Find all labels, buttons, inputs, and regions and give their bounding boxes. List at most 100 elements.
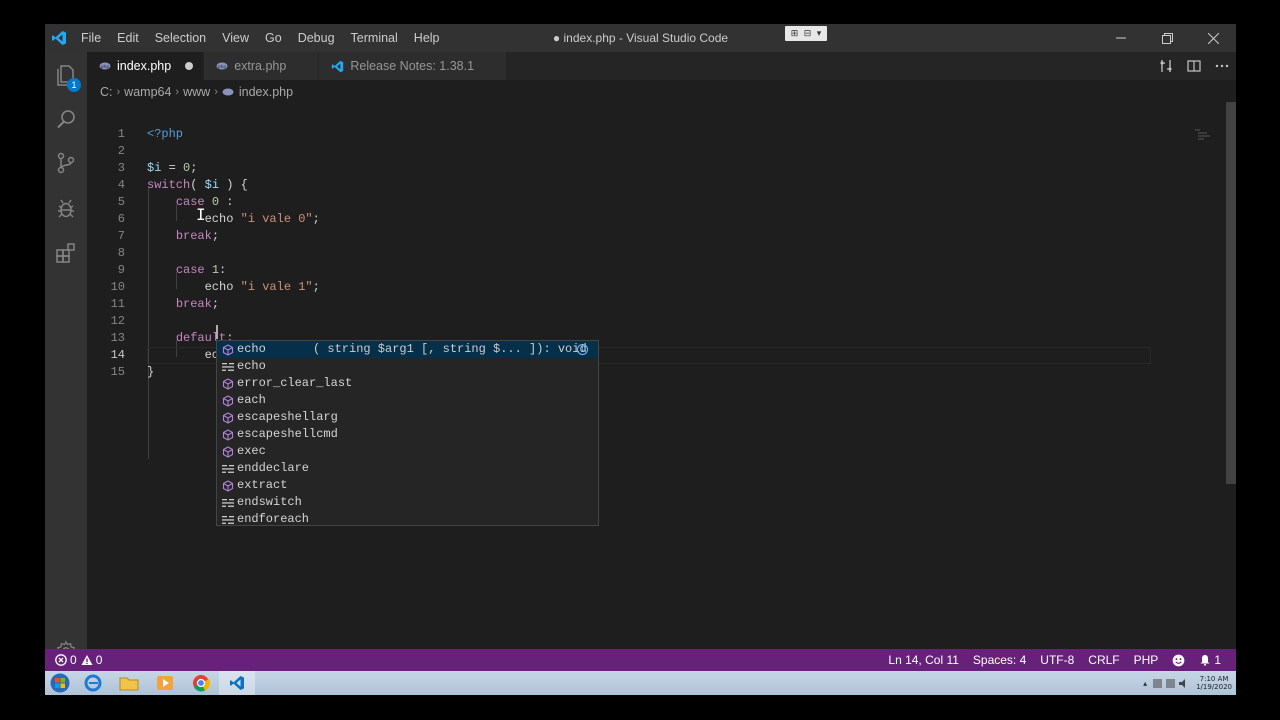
restore-button[interactable]	[1144, 24, 1190, 52]
debug-icon[interactable]	[45, 186, 87, 232]
scrollbar-thumb[interactable]	[1226, 102, 1236, 484]
clock[interactable]: 7:10 AM 1/19/2020	[1196, 675, 1232, 691]
suggestion-item[interactable]: extract	[217, 477, 598, 494]
menu-edit[interactable]: Edit	[109, 24, 147, 52]
code-line[interactable]: 12	[87, 313, 1157, 330]
autocomplete-suggestions[interactable]: echo ( string $arg1 [, string $... ]): vo…	[216, 340, 599, 526]
explorer-icon[interactable]: 1	[45, 52, 87, 98]
suggestion-label: escapeshellarg	[237, 410, 338, 424]
code-line[interactable]: 5 case 0 :	[87, 194, 1157, 211]
tray-volume-icon[interactable]	[1179, 678, 1188, 688]
end-of-line[interactable]: CRLF	[1081, 649, 1126, 671]
menu-go[interactable]: Go	[257, 24, 290, 52]
tray-network-icon[interactable]	[1166, 678, 1176, 688]
code-line[interactable]: 6 echo "i vale 0";	[87, 211, 1157, 228]
code-text: case 1:	[175, 263, 227, 277]
breadcrumb-item[interactable]: wamp64	[124, 85, 171, 99]
method-cube-icon	[221, 343, 234, 356]
code-line[interactable]: 2	[87, 143, 1157, 160]
cursor-position[interactable]: Ln 14, Col 11	[881, 649, 966, 671]
menu-terminal[interactable]: Terminal	[343, 24, 406, 52]
breadcrumb-item[interactable]: C:	[100, 85, 113, 99]
indentation[interactable]: Spaces: 4	[966, 649, 1033, 671]
code-text: break;	[175, 297, 220, 311]
close-button[interactable]	[1190, 24, 1236, 52]
code-line[interactable]: 9 case 1:	[87, 262, 1157, 279]
text-cursor	[216, 325, 218, 339]
chrome-icon[interactable]	[183, 671, 219, 695]
menu-debug[interactable]: Debug	[290, 24, 343, 52]
tab-release-notes[interactable]: Release Notes: 1.38.1	[319, 52, 508, 80]
suggestion-item[interactable]: endswitch	[217, 494, 598, 511]
file-explorer-icon[interactable]	[111, 671, 147, 695]
more-actions-icon[interactable]	[1208, 52, 1236, 80]
search-icon[interactable]	[45, 96, 87, 142]
menu-selection[interactable]: Selection	[147, 24, 214, 52]
encoding[interactable]: UTF-8	[1033, 649, 1081, 671]
error-icon	[55, 654, 67, 666]
suggestion-item[interactable]: each	[217, 392, 598, 409]
language-mode[interactable]: PHP	[1127, 649, 1166, 671]
suggestion-item[interactable]: enddeclare	[217, 460, 598, 477]
layout-toggle-button[interactable]: ⊞ ⊟ ▾	[785, 26, 827, 41]
internet-explorer-icon[interactable]	[75, 671, 111, 695]
minimap[interactable]	[1195, 128, 1215, 142]
menu-file[interactable]: File	[73, 24, 109, 52]
minimize-button[interactable]	[1098, 24, 1144, 52]
tray-flag-icon[interactable]	[1153, 678, 1163, 688]
keyword-icon	[221, 462, 234, 475]
code-text: echo "i vale 1";	[204, 280, 320, 294]
vscode-taskbar-icon[interactable]	[219, 671, 255, 695]
start-button[interactable]	[45, 671, 75, 695]
line-number: 9	[117, 263, 125, 277]
suggestion-item[interactable]: error_clear_last	[217, 375, 598, 392]
chevron-right-icon: ›	[116, 86, 121, 98]
line-number: 12	[110, 314, 125, 328]
info-icon[interactable]: i	[577, 344, 588, 355]
layout-split-icon: ⊟	[803, 28, 812, 39]
method-cube-icon	[221, 479, 234, 492]
code-line[interactable]: 11 break;	[87, 296, 1157, 313]
code-line[interactable]: 10 echo "i vale 1";	[87, 279, 1157, 296]
code-text: echo "i vale 0";	[204, 212, 320, 226]
compare-changes-icon[interactable]	[1152, 52, 1180, 80]
extensions-icon[interactable]	[45, 230, 87, 276]
php-icon: php	[216, 60, 228, 72]
suggestion-item[interactable]: echo	[217, 358, 598, 375]
status-bar-right: Ln 14, Col 11 Spaces: 4 UTF-8 CRLF PHP 1	[881, 649, 1228, 671]
media-player-icon[interactable]	[147, 671, 183, 695]
problems-indicator[interactable]: 0 0	[45, 649, 102, 671]
suggestion-label: extract	[237, 478, 288, 492]
breadcrumb-item[interactable]: www	[183, 85, 210, 99]
line-number: 5	[117, 195, 125, 209]
clock-time: 7:10 AM	[1199, 675, 1229, 683]
tab-extra-php[interactable]: php extra.php	[204, 52, 320, 80]
tray-arrow-icon[interactable]: ▴	[1143, 679, 1147, 688]
line-number: 14	[110, 348, 125, 362]
tab-index-php[interactable]: php index.php	[87, 52, 205, 80]
notifications-button[interactable]: 1	[1192, 649, 1228, 671]
suggestion-item[interactable]: escapeshellcmd	[217, 426, 598, 443]
svg-text:php: php	[101, 64, 110, 70]
vscode-logo-icon	[45, 24, 73, 52]
menu-help[interactable]: Help	[406, 24, 448, 52]
suggestion-item[interactable]: echo ( string $arg1 [, string $... ]): vo…	[217, 341, 598, 358]
menu-view[interactable]: View	[214, 24, 257, 52]
code-line[interactable]: 8	[87, 245, 1157, 262]
source-control-icon[interactable]	[45, 140, 87, 186]
keyword-icon	[221, 513, 234, 526]
code-line[interactable]: 4 switch( $i ) {	[87, 177, 1157, 194]
suggestion-item[interactable]: escapeshellarg	[217, 409, 598, 426]
breadcrumb-item[interactable]: index.php	[239, 85, 293, 99]
feedback-smiley-icon[interactable]	[1165, 654, 1192, 667]
editor-actions	[1152, 52, 1236, 80]
code-line[interactable]: 1 <?php	[87, 126, 1157, 143]
suggestion-item[interactable]: endforeach	[217, 511, 598, 528]
suggestion-label: endswitch	[237, 495, 302, 509]
code-line[interactable]: 3 $i = 0;	[87, 160, 1157, 177]
suggestion-item[interactable]: exec	[217, 443, 598, 460]
line-number: 13	[110, 331, 125, 345]
unsaved-dot-icon[interactable]	[185, 62, 194, 70]
code-line[interactable]: 7 break;	[87, 228, 1157, 245]
split-editor-icon[interactable]	[1180, 52, 1208, 80]
